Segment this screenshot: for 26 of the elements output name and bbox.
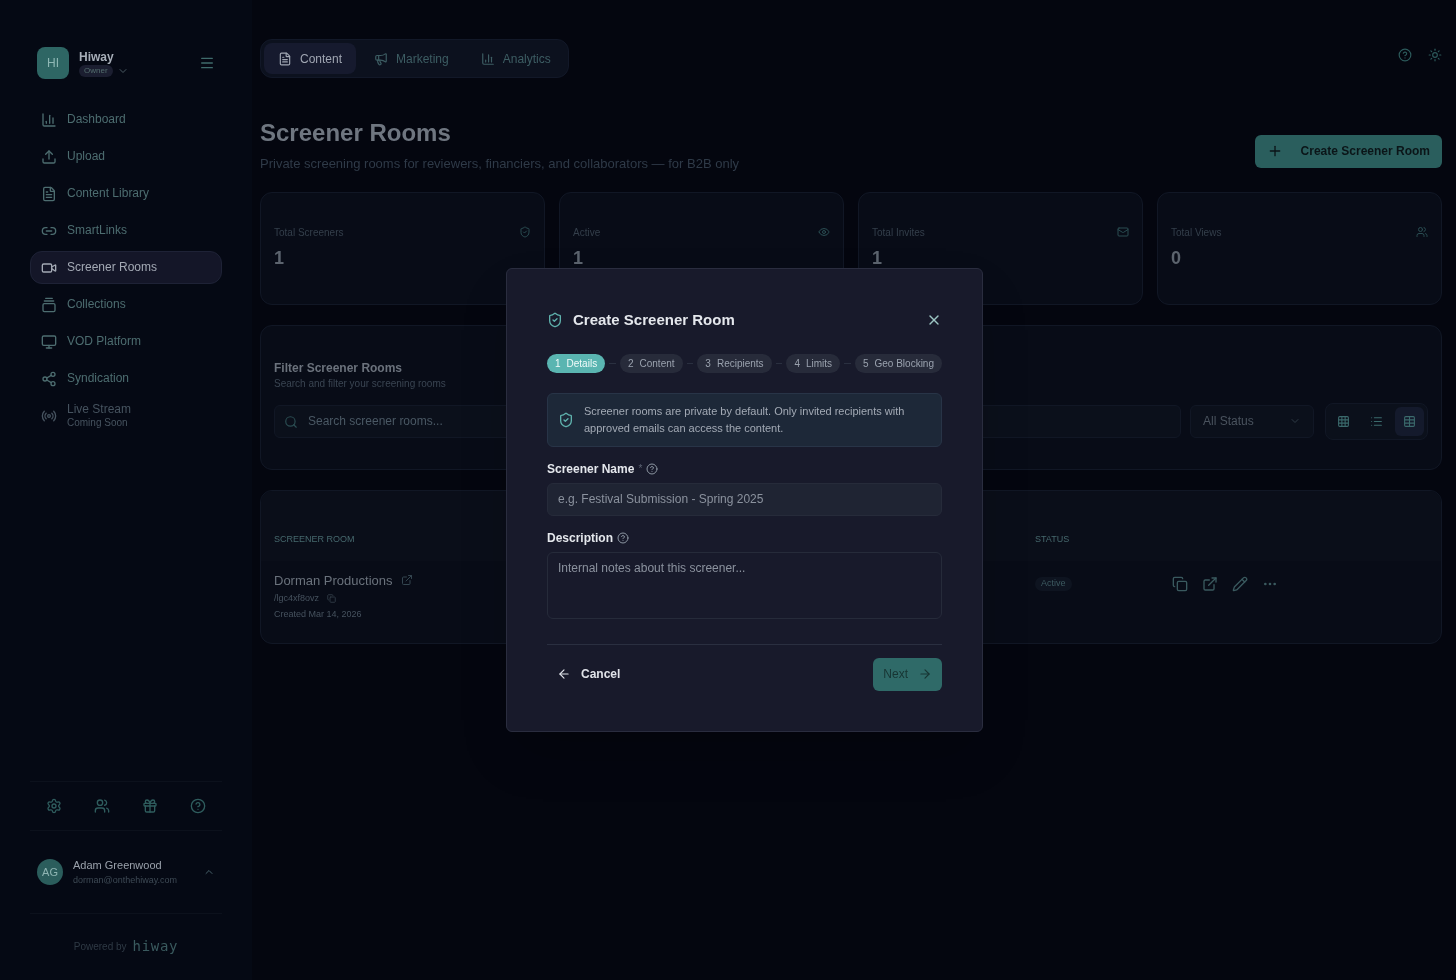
user-email: dorman@onthehiway.com — [73, 873, 178, 887]
page-subtitle: Private screening rooms for reviewers, financiers, and collaborators — for B2B only — [260, 155, 740, 173]
notice-text: Screener rooms are private by default. Only invited recipients with approved emails can access the content. — [584, 403, 906, 436]
workspace-name: Hiway — [79, 49, 115, 65]
role-badge: Owner — [79, 65, 113, 77]
stat-value: 0 — [1171, 246, 1182, 270]
sidebar-item: Live Stream Coming Soon — [30, 399, 222, 432]
workspace-avatar: HI — [37, 47, 69, 79]
status-badge: Active — [1035, 577, 1072, 591]
user-avatar: AG — [37, 859, 63, 885]
filter-title: Filter Screener Rooms — [274, 359, 403, 376]
required-mark: * — [638, 462, 643, 476]
room-name: Dorman Productions — [274, 571, 393, 590]
column-header: SCREENER ROOM — [274, 533, 355, 544]
created-date: Created Mar 14, 2026 — [274, 607, 362, 621]
room-slug: /lgc4xf8ovz — [274, 592, 320, 605]
field-label: Screener Name — [547, 460, 635, 477]
stat-value: 1 — [872, 246, 883, 270]
stat-value: 1 — [274, 246, 285, 270]
user-name: Adam Greenwood — [73, 858, 163, 873]
stat-value: 1 — [573, 246, 584, 270]
page-title: Screener Rooms — [260, 118, 452, 148]
modal-title: Create Screener Room — [573, 310, 735, 330]
field-label: Description — [547, 529, 613, 546]
column-header: STATUS — [1035, 533, 1070, 544]
brand-logo: hiway — [132, 937, 179, 956]
